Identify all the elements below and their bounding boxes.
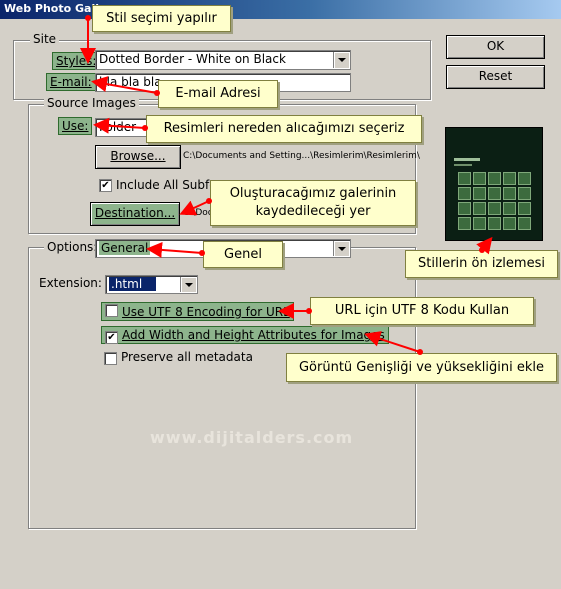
preview-thumbnail bbox=[458, 217, 471, 230]
callout-dimensions: Görüntü Genişliği ve yüksekliğini ekle bbox=[286, 353, 557, 382]
window-title: Web Photo Gall bbox=[4, 2, 99, 15]
browse-button[interactable]: Browse... bbox=[95, 145, 181, 169]
preview-thumbnail bbox=[518, 202, 531, 215]
callout-email: E-mail Adresi bbox=[158, 80, 278, 108]
email-value: bla bla bla bbox=[99, 75, 162, 89]
web-photo-gallery-dialog: Web Photo Gall Site Styles: Dotted Borde… bbox=[0, 0, 561, 589]
styles-value: Dotted Border - White on Black bbox=[99, 52, 286, 66]
utf8-checkbox[interactable] bbox=[105, 304, 118, 317]
preview-thumbnail bbox=[503, 202, 516, 215]
reset-button[interactable]: Reset bbox=[446, 65, 545, 89]
preview-thumbnail bbox=[458, 187, 471, 200]
preview-header bbox=[454, 164, 472, 166]
preview-thumbnail bbox=[488, 217, 501, 230]
preview-thumbnail bbox=[473, 202, 486, 215]
preview-thumbnail bbox=[458, 172, 471, 185]
callout-preview: Stillerin ön izlemesi bbox=[405, 250, 558, 278]
include-subfolders-checkbox[interactable]: ✔ bbox=[99, 179, 112, 192]
callout-destination-line2: kaydedileceği yer bbox=[255, 204, 371, 219]
width-height-row[interactable]: ✔ Add Width and Height Attributes for Ima… bbox=[101, 326, 389, 344]
width-height-label: Add Width and Height Attributes for Imag… bbox=[122, 328, 385, 342]
preview-thumbnail bbox=[488, 202, 501, 215]
style-preview-image bbox=[445, 127, 543, 241]
preview-thumbnail bbox=[473, 172, 486, 185]
preview-thumbnail bbox=[488, 187, 501, 200]
extension-value: .html bbox=[109, 277, 157, 291]
extension-label: Extension: bbox=[39, 276, 102, 290]
callout-destination-line1: Oluşturacağımız galerinin bbox=[229, 186, 397, 201]
callout-general: Genel bbox=[203, 241, 283, 268]
preview-thumbnail bbox=[488, 172, 501, 185]
preview-thumbnail bbox=[518, 217, 531, 230]
width-height-checkbox[interactable]: ✔ bbox=[105, 331, 118, 344]
callout-source: Resimleri nereden alıcağımızı seçeriz bbox=[146, 115, 422, 143]
preview-thumbnail bbox=[458, 202, 471, 215]
preserve-metadata-label: Preserve all metadata bbox=[121, 350, 253, 364]
use-label: Use: bbox=[58, 117, 93, 135]
destination-button[interactable]: Destination... bbox=[90, 202, 180, 226]
preview-thumbnail bbox=[518, 187, 531, 200]
utf8-label: Use UTF 8 Encoding for URL bbox=[122, 305, 290, 319]
preview-thumbnail bbox=[473, 187, 486, 200]
ok-button[interactable]: OK bbox=[446, 35, 545, 59]
preview-thumbnail bbox=[503, 172, 516, 185]
callout-utf8: URL için UTF 8 Kodu Kullan bbox=[310, 297, 534, 325]
chevron-down-icon[interactable] bbox=[333, 241, 349, 256]
email-label: E-mail: bbox=[46, 73, 96, 91]
options-value: General bbox=[99, 241, 151, 255]
watermark: www.dijitalders.com bbox=[150, 428, 354, 447]
destination-path: C:\Doc bbox=[183, 208, 213, 218]
use-value: Folder bbox=[99, 120, 137, 134]
chevron-down-icon[interactable] bbox=[180, 277, 196, 292]
title-bar: Web Photo Gall bbox=[0, 0, 561, 19]
callout-style: Stil seçimi yapılır bbox=[92, 5, 231, 32]
chevron-down-icon[interactable] bbox=[333, 52, 349, 68]
include-subfolders-label: Include All Subfo bbox=[116, 178, 217, 192]
preview-thumbnail bbox=[473, 217, 486, 230]
source-images-legend: Source Images bbox=[44, 96, 139, 110]
extension-select[interactable]: .html bbox=[105, 275, 198, 294]
options-legend: Options: bbox=[44, 240, 101, 254]
styles-select[interactable]: Dotted Border - White on Black bbox=[95, 50, 351, 70]
callout-destination: Oluşturacağımız galerinin kaydedileceği … bbox=[210, 180, 416, 226]
preview-thumbnail bbox=[503, 217, 516, 230]
styles-label: Styles: bbox=[52, 52, 101, 70]
site-legend: Site bbox=[30, 32, 60, 46]
preview-thumbnail bbox=[518, 172, 531, 185]
preview-thumbnail bbox=[503, 187, 516, 200]
utf8-row[interactable]: Use UTF 8 Encoding for URL bbox=[101, 302, 294, 321]
preserve-metadata-checkbox[interactable] bbox=[104, 352, 117, 365]
browse-path: C:\Documents and Setting...\Resimlerim\R… bbox=[183, 151, 420, 161]
preview-header bbox=[454, 158, 480, 161]
